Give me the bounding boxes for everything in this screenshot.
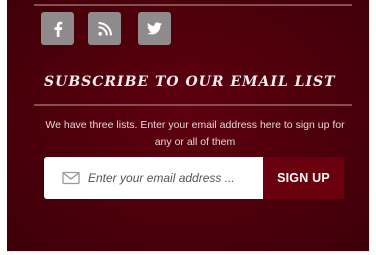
facebook-icon — [53, 21, 63, 37]
email-input[interactable] — [88, 163, 263, 193]
email-field-wrapper — [44, 157, 263, 199]
heading-divider — [34, 104, 352, 106]
facebook-button[interactable] — [41, 12, 74, 45]
twitter-icon — [147, 22, 162, 35]
subscribe-description: We have three lists. Enter your email ad… — [45, 119, 345, 148]
envelope-icon — [62, 171, 80, 185]
subscribe-heading: SUBSCRIBE TO OUR EMAIL LIST — [44, 74, 336, 90]
twitter-button[interactable] — [138, 12, 171, 45]
rss-button[interactable] — [88, 12, 121, 45]
sign-up-button[interactable]: SIGN UP — [263, 157, 344, 199]
page: SUBSCRIBE TO OUR EMAIL LIST We have thre… — [0, 0, 376, 255]
top-divider — [34, 4, 352, 6]
subscribe-form: SIGN UP — [44, 157, 344, 199]
footer-panel: SUBSCRIBE TO OUR EMAIL LIST We have thre… — [7, 0, 370, 252]
rss-icon — [97, 21, 112, 36]
